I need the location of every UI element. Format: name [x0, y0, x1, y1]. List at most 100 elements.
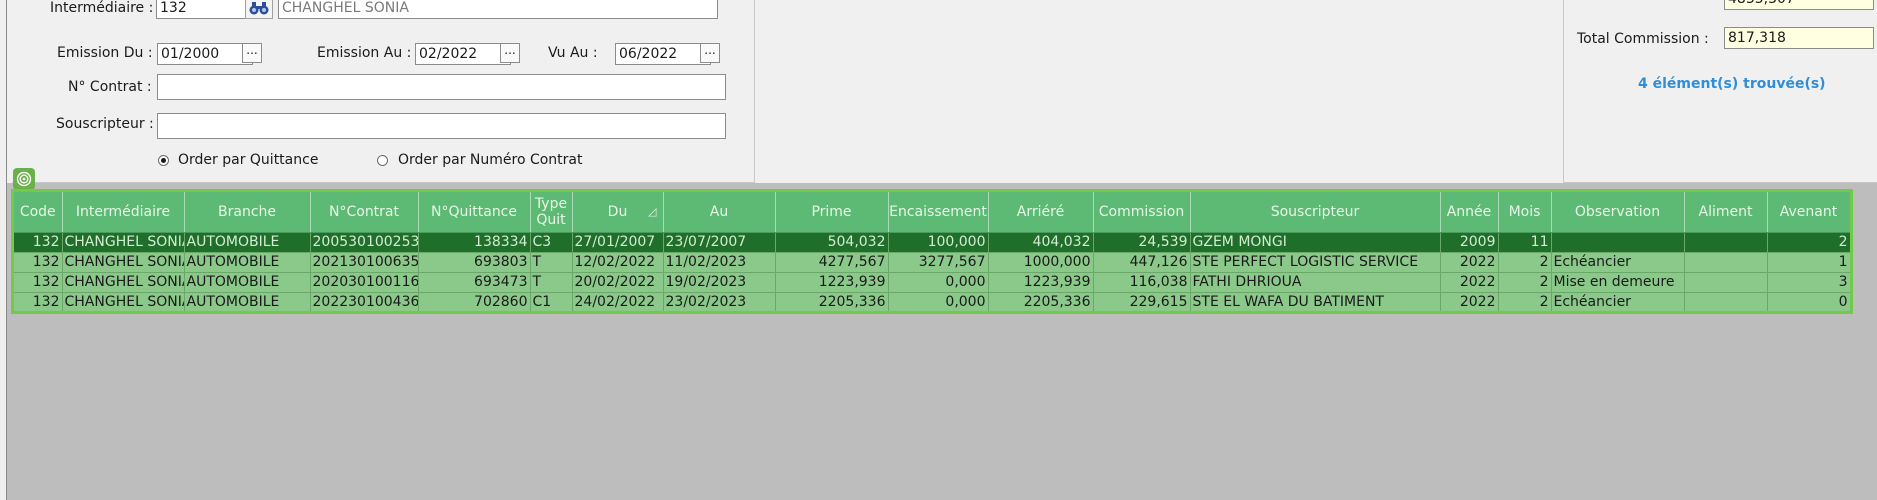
- col-header-au[interactable]: Au: [663, 192, 776, 233]
- col-header-arriere[interactable]: Arriéré: [988, 192, 1094, 233]
- cell-avenant: 1: [1767, 252, 1850, 273]
- cell-encaissement: 0,000: [888, 292, 989, 311]
- col-header-quittance[interactable]: N°Quittance: [418, 192, 531, 233]
- cell-observation: Echéancier: [1551, 292, 1685, 311]
- total-commission-label: Total Commission :: [1577, 31, 1709, 47]
- cell-prime: 2205,336: [775, 292, 889, 311]
- intermediaire-name-field[interactable]: CHANGHEL SONIA: [278, 0, 718, 19]
- table-row[interactable]: 132 CHANGHEL SONIA AUTOMOBILE 2021301006…: [14, 252, 1850, 273]
- col-header-mois[interactable]: Mois: [1498, 192, 1552, 233]
- emission-du-picker-button[interactable]: ...: [242, 43, 262, 63]
- table-row[interactable]: 132 CHANGHEL SONIA AUTOMOBILE 2005301002…: [14, 232, 1850, 253]
- cell-commission: 116,038: [1093, 272, 1191, 293]
- cell-annee: 2022: [1440, 252, 1499, 273]
- col-header-intermediaire[interactable]: Intermédiaire: [62, 192, 185, 233]
- sort-ascending-icon: ◿: [648, 205, 657, 218]
- col-header-avenant[interactable]: Avenant: [1767, 192, 1850, 233]
- cell-du: 12/02/2022: [572, 252, 664, 273]
- vu-au-field[interactable]: 06/2022: [615, 43, 711, 65]
- target-icon: [16, 171, 32, 187]
- cell-encaissement: 100,000: [888, 232, 989, 253]
- cell-avenant: 2: [1767, 232, 1850, 253]
- cell-commission: 24,539: [1093, 232, 1191, 253]
- col-header-commission[interactable]: Commission: [1093, 192, 1191, 233]
- col-header-type-quit[interactable]: Type Quit: [530, 192, 573, 233]
- total-commission-field: 817,318: [1724, 27, 1874, 49]
- search-intermediaire-button[interactable]: [245, 0, 273, 19]
- cell-souscripteur: GZEM MONGI: [1190, 232, 1441, 253]
- col-header-contrat[interactable]: N°Contrat: [310, 192, 419, 233]
- col-header-observation[interactable]: Observation: [1551, 192, 1685, 233]
- filter-panel: Intermédiaire : 132 CHANGHEL SONIA Emiss…: [12, 0, 755, 183]
- cell-code: 132: [14, 232, 63, 253]
- cell-branche: AUTOMOBILE: [184, 272, 311, 293]
- cell-intermediaire: CHANGHEL SONIA: [62, 272, 185, 293]
- col-header-encaissement[interactable]: Encaissement: [888, 192, 989, 233]
- cell-mois: 11: [1498, 232, 1552, 253]
- cell-du: 27/01/2007: [572, 232, 664, 253]
- cell-contrat: 2020301001164: [310, 272, 419, 293]
- cell-mois: 2: [1498, 292, 1552, 311]
- cell-arriere: 1000,000: [988, 252, 1094, 273]
- cell-aliment: [1684, 272, 1768, 293]
- contrat-field[interactable]: [157, 74, 726, 100]
- cell-commission: 447,126: [1093, 252, 1191, 273]
- cell-du: 24/02/2022: [572, 292, 664, 311]
- cell-encaissement: 3277,567: [888, 252, 989, 273]
- col-header-souscripteur[interactable]: Souscripteur: [1190, 192, 1441, 233]
- col-header-aliment[interactable]: Aliment: [1684, 192, 1768, 233]
- grid-target-button[interactable]: [13, 168, 35, 190]
- col-header-annee[interactable]: Année: [1440, 192, 1499, 233]
- cell-code: 132: [14, 292, 63, 311]
- col-header-du[interactable]: Du ◿: [572, 192, 664, 233]
- cell-du: 20/02/2022: [572, 272, 664, 293]
- col-header-prime[interactable]: Prime: [775, 192, 889, 233]
- cell-arriere: 2205,336: [988, 292, 1094, 311]
- cell-arriere: 1223,939: [988, 272, 1094, 293]
- souscripteur-label: Souscripteur :: [56, 116, 154, 132]
- cell-arriere: 404,032: [988, 232, 1094, 253]
- order-quittance-radio[interactable]: [158, 155, 169, 166]
- col-header-code[interactable]: Code: [14, 192, 63, 233]
- emission-au-picker-button[interactable]: ...: [500, 43, 520, 63]
- cell-encaissement: 0,000: [888, 272, 989, 293]
- col-header-branche[interactable]: Branche: [184, 192, 311, 233]
- emission-au-field[interactable]: 02/2022: [415, 43, 511, 65]
- cell-commission: 229,615: [1093, 292, 1191, 311]
- cell-aliment: [1684, 232, 1768, 253]
- emission-du-field[interactable]: 01/2000: [157, 43, 253, 65]
- results-grid[interactable]: Code Intermédiaire Branche N°Contrat N°Q…: [11, 189, 1853, 314]
- table-row[interactable]: 132 CHANGHEL SONIA AUTOMOBILE 2022301004…: [14, 292, 1850, 311]
- cell-prime: 4277,567: [775, 252, 889, 273]
- cell-avenant: 0: [1767, 292, 1850, 311]
- col-header-type-quit-label: Type Quit: [534, 196, 568, 228]
- cell-type-quit: T: [530, 252, 573, 273]
- cell-intermediaire: CHANGHEL SONIA: [62, 252, 185, 273]
- cell-mois: 2: [1498, 252, 1552, 273]
- order-quittance-label[interactable]: Order par Quittance: [178, 152, 318, 168]
- table-row[interactable]: 132 CHANGHEL SONIA AUTOMOBILE 2020301001…: [14, 272, 1850, 293]
- cell-quittance: 702860: [418, 292, 531, 311]
- results-count: 4 élément(s) trouvée(s): [1638, 76, 1826, 92]
- cell-contrat: 2022301004362: [310, 292, 419, 311]
- cell-annee: 2009: [1440, 232, 1499, 253]
- cell-aliment: [1684, 252, 1768, 273]
- intermediaire-code-field[interactable]: 132: [156, 0, 246, 19]
- vu-au-picker-button[interactable]: ...: [700, 43, 720, 63]
- cell-au: 23/02/2023: [663, 292, 776, 311]
- order-contrat-radio[interactable]: [377, 155, 388, 166]
- cell-souscripteur: FATHI DHRIOUA: [1190, 272, 1441, 293]
- vu-au-label: Vu Au :: [548, 45, 598, 61]
- cell-aliment: [1684, 292, 1768, 311]
- cell-annee: 2022: [1440, 272, 1499, 293]
- cell-observation: Mise en demeure: [1551, 272, 1685, 293]
- cell-souscripteur: STE PERFECT LOGISTIC SERVICE: [1190, 252, 1441, 273]
- cell-branche: AUTOMOBILE: [184, 252, 311, 273]
- cell-quittance: 138334: [418, 232, 531, 253]
- souscripteur-field[interactable]: [157, 113, 726, 139]
- cell-intermediaire: CHANGHEL SONIA: [62, 292, 185, 311]
- cell-quittance: 693473: [418, 272, 531, 293]
- order-contrat-label[interactable]: Order par Numéro Contrat: [398, 152, 583, 168]
- total-prime-field: 4835,307: [1724, 0, 1874, 10]
- intermediaire-label: Intermédiaire :: [50, 0, 154, 16]
